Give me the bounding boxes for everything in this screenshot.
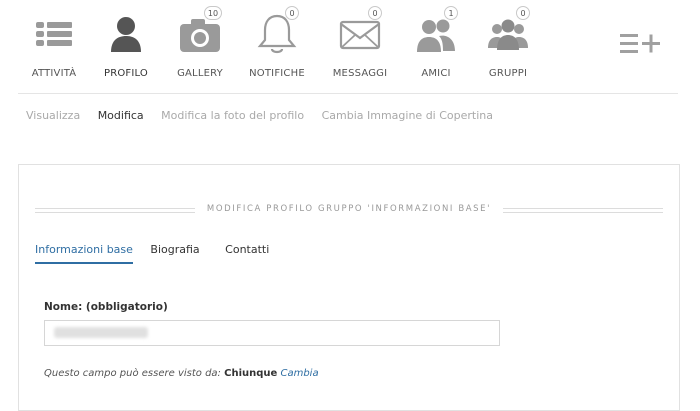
- nav-item-activity[interactable]: ATTIVITÀ: [14, 12, 94, 79]
- nav-item-gallery[interactable]: 10 GALLERY: [160, 6, 240, 79]
- nav-item-friends[interactable]: 1 AMICI: [396, 6, 476, 79]
- visibility-level: Chiunque: [224, 368, 278, 379]
- section-title: MODIFICA PROFILO GRUPPO 'INFORMAZIONI BA…: [35, 202, 663, 216]
- profile-subnav: Visualizza Modifica Modifica la foto del…: [26, 109, 507, 122]
- name-field-label: Nome: (obbligatorio): [44, 301, 168, 313]
- tab-contacts[interactable]: Contatti: [225, 243, 269, 262]
- nav-divider: [18, 93, 678, 94]
- nav-label-friends: AMICI: [421, 68, 451, 79]
- envelope-icon: 0: [336, 6, 384, 56]
- messages-badge: 0: [368, 6, 382, 20]
- bell-icon: 0: [253, 6, 301, 56]
- subnav-change-cover[interactable]: Cambia Immagine di Copertina: [322, 109, 493, 122]
- subnav-view[interactable]: Visualizza: [26, 109, 80, 122]
- subnav-edit-photo[interactable]: Modifica la foto del profilo: [161, 109, 304, 122]
- field-visibility: Questo campo può essere visto da: Chiunq…: [44, 368, 319, 379]
- nav-label-profile: PROFILO: [103, 68, 149, 79]
- change-visibility-link[interactable]: Cambia: [280, 368, 318, 379]
- group-icon: 0: [484, 6, 532, 56]
- nav-label-messages: MESSAGGI: [332, 68, 388, 79]
- tab-basic-info[interactable]: Informazioni base: [35, 243, 133, 264]
- main-nav: ATTIVITÀ PROFILO 10 GALLERY 0 NOTIFICHE …: [18, 6, 678, 86]
- list-icon: [30, 12, 78, 56]
- nav-label-gallery: GALLERY: [177, 68, 223, 79]
- title-rule-right: [503, 208, 663, 213]
- friends-icon: 1: [412, 6, 460, 56]
- nav-label-activity: ATTIVITÀ: [31, 68, 77, 79]
- gallery-badge: 10: [204, 6, 222, 20]
- subnav-edit[interactable]: Modifica: [98, 109, 144, 122]
- notifications-badge: 0: [285, 6, 299, 20]
- nav-item-profile[interactable]: PROFILO: [86, 12, 166, 79]
- nav-label-notifications: NOTIFICHE: [249, 68, 305, 79]
- visibility-prefix: Questo campo può essere visto da:: [44, 368, 221, 379]
- friends-badge: 1: [444, 6, 458, 20]
- menu-plus-icon[interactable]: [620, 32, 662, 56]
- nav-item-notifications[interactable]: 0 NOTIFICHE: [237, 6, 317, 79]
- camera-icon: 10: [176, 6, 224, 56]
- groups-badge: 0: [516, 6, 530, 20]
- profile-tabs: Informazioni base Biografia Contatti: [35, 243, 291, 265]
- redacted-name-value: [54, 327, 148, 338]
- tab-biography[interactable]: Biografia: [150, 243, 199, 262]
- edit-profile-panel: MODIFICA PROFILO GRUPPO 'INFORMAZIONI BA…: [18, 164, 680, 411]
- nav-label-groups: GRUPPI: [488, 68, 528, 79]
- user-icon: [102, 12, 150, 56]
- nav-item-groups[interactable]: 0 GRUPPI: [468, 6, 548, 79]
- nav-item-messages[interactable]: 0 MESSAGGI: [320, 6, 400, 79]
